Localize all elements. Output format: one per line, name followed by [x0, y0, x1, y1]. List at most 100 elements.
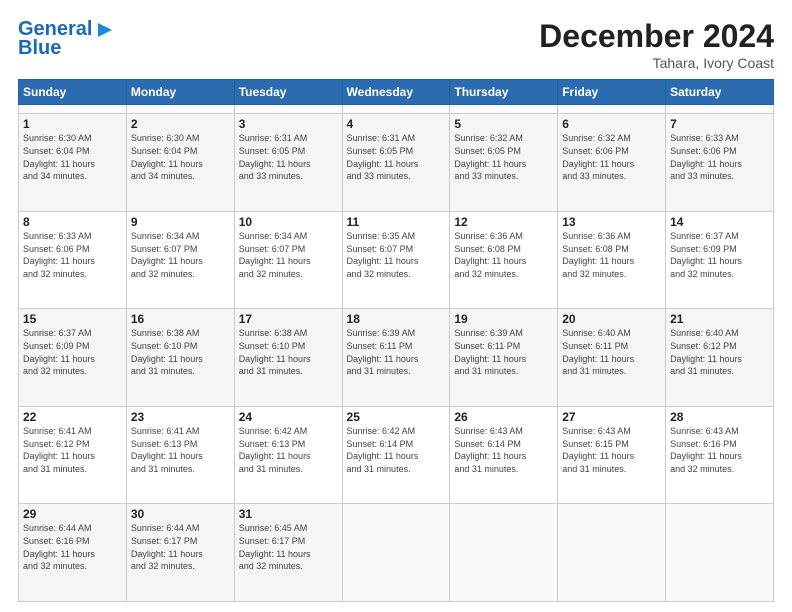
- calendar-cell: 16Sunrise: 6:38 AM Sunset: 6:10 PM Dayli…: [126, 309, 234, 407]
- day-number: 31: [239, 507, 338, 521]
- day-number: 14: [670, 215, 769, 229]
- calendar-cell: 8Sunrise: 6:33 AM Sunset: 6:06 PM Daylig…: [19, 211, 127, 309]
- calendar-cell: 9Sunrise: 6:34 AM Sunset: 6:07 PM Daylig…: [126, 211, 234, 309]
- calendar-cell: 3Sunrise: 6:31 AM Sunset: 6:05 PM Daylig…: [234, 114, 342, 212]
- day-info: Sunrise: 6:39 AM Sunset: 6:11 PM Dayligh…: [454, 327, 553, 377]
- month-title: December 2024: [539, 18, 774, 55]
- day-number: 26: [454, 410, 553, 424]
- day-number: 7: [670, 117, 769, 131]
- day-number: 18: [347, 312, 446, 326]
- day-number: 10: [239, 215, 338, 229]
- day-info: Sunrise: 6:30 AM Sunset: 6:04 PM Dayligh…: [23, 132, 122, 182]
- calendar-cell: 4Sunrise: 6:31 AM Sunset: 6:05 PM Daylig…: [342, 114, 450, 212]
- calendar-cell: 27Sunrise: 6:43 AM Sunset: 6:15 PM Dayli…: [558, 406, 666, 504]
- calendar-cell: [234, 105, 342, 114]
- day-info: Sunrise: 6:32 AM Sunset: 6:05 PM Dayligh…: [454, 132, 553, 182]
- calendar-week-row: [19, 105, 774, 114]
- calendar-cell: 7Sunrise: 6:33 AM Sunset: 6:06 PM Daylig…: [666, 114, 774, 212]
- day-info: Sunrise: 6:40 AM Sunset: 6:11 PM Dayligh…: [562, 327, 661, 377]
- day-number: 4: [347, 117, 446, 131]
- day-number: 3: [239, 117, 338, 131]
- day-info: Sunrise: 6:31 AM Sunset: 6:05 PM Dayligh…: [347, 132, 446, 182]
- calendar-cell: 29Sunrise: 6:44 AM Sunset: 6:16 PM Dayli…: [19, 504, 127, 602]
- calendar-cell: [666, 504, 774, 602]
- day-number: 19: [454, 312, 553, 326]
- calendar-cell: 5Sunrise: 6:32 AM Sunset: 6:05 PM Daylig…: [450, 114, 558, 212]
- logo-arrow-icon: [94, 19, 116, 41]
- day-info: Sunrise: 6:41 AM Sunset: 6:13 PM Dayligh…: [131, 425, 230, 475]
- calendar-cell: [558, 504, 666, 602]
- calendar-cell: 18Sunrise: 6:39 AM Sunset: 6:11 PM Dayli…: [342, 309, 450, 407]
- day-info: Sunrise: 6:32 AM Sunset: 6:06 PM Dayligh…: [562, 132, 661, 182]
- calendar-cell: 23Sunrise: 6:41 AM Sunset: 6:13 PM Dayli…: [126, 406, 234, 504]
- day-number: 30: [131, 507, 230, 521]
- calendar-week-row: 1Sunrise: 6:30 AM Sunset: 6:04 PM Daylig…: [19, 114, 774, 212]
- day-info: Sunrise: 6:36 AM Sunset: 6:08 PM Dayligh…: [454, 230, 553, 280]
- day-info: Sunrise: 6:45 AM Sunset: 6:17 PM Dayligh…: [239, 522, 338, 572]
- day-number: 8: [23, 215, 122, 229]
- calendar-cell: 12Sunrise: 6:36 AM Sunset: 6:08 PM Dayli…: [450, 211, 558, 309]
- day-number: 22: [23, 410, 122, 424]
- day-number: 27: [562, 410, 661, 424]
- calendar-cell: 22Sunrise: 6:41 AM Sunset: 6:12 PM Dayli…: [19, 406, 127, 504]
- calendar-cell: 2Sunrise: 6:30 AM Sunset: 6:04 PM Daylig…: [126, 114, 234, 212]
- calendar-cell: 11Sunrise: 6:35 AM Sunset: 6:07 PM Dayli…: [342, 211, 450, 309]
- day-number: 13: [562, 215, 661, 229]
- day-info: Sunrise: 6:35 AM Sunset: 6:07 PM Dayligh…: [347, 230, 446, 280]
- day-number: 21: [670, 312, 769, 326]
- col-header-sunday: Sunday: [19, 80, 127, 105]
- day-info: Sunrise: 6:37 AM Sunset: 6:09 PM Dayligh…: [23, 327, 122, 377]
- calendar-week-row: 29Sunrise: 6:44 AM Sunset: 6:16 PM Dayli…: [19, 504, 774, 602]
- calendar-cell: 28Sunrise: 6:43 AM Sunset: 6:16 PM Dayli…: [666, 406, 774, 504]
- calendar-cell: [450, 504, 558, 602]
- logo-blue: Blue: [18, 37, 61, 60]
- day-number: 23: [131, 410, 230, 424]
- col-header-thursday: Thursday: [450, 80, 558, 105]
- calendar-cell: [450, 105, 558, 114]
- day-info: Sunrise: 6:33 AM Sunset: 6:06 PM Dayligh…: [670, 132, 769, 182]
- col-header-saturday: Saturday: [666, 80, 774, 105]
- day-info: Sunrise: 6:38 AM Sunset: 6:10 PM Dayligh…: [131, 327, 230, 377]
- header: General Blue December 2024 Tahara, Ivory…: [18, 18, 774, 71]
- day-number: 2: [131, 117, 230, 131]
- calendar-cell: [342, 504, 450, 602]
- day-number: 6: [562, 117, 661, 131]
- day-number: 15: [23, 312, 122, 326]
- calendar-cell: 15Sunrise: 6:37 AM Sunset: 6:09 PM Dayli…: [19, 309, 127, 407]
- day-number: 24: [239, 410, 338, 424]
- calendar-cell: 25Sunrise: 6:42 AM Sunset: 6:14 PM Dayli…: [342, 406, 450, 504]
- day-number: 29: [23, 507, 122, 521]
- calendar-table: SundayMondayTuesdayWednesdayThursdayFrid…: [18, 79, 774, 602]
- col-header-wednesday: Wednesday: [342, 80, 450, 105]
- calendar-cell: 31Sunrise: 6:45 AM Sunset: 6:17 PM Dayli…: [234, 504, 342, 602]
- calendar-cell: 21Sunrise: 6:40 AM Sunset: 6:12 PM Dayli…: [666, 309, 774, 407]
- calendar-cell: [342, 105, 450, 114]
- day-info: Sunrise: 6:38 AM Sunset: 6:10 PM Dayligh…: [239, 327, 338, 377]
- day-info: Sunrise: 6:42 AM Sunset: 6:13 PM Dayligh…: [239, 425, 338, 475]
- day-info: Sunrise: 6:36 AM Sunset: 6:08 PM Dayligh…: [562, 230, 661, 280]
- calendar-cell: [558, 105, 666, 114]
- day-info: Sunrise: 6:37 AM Sunset: 6:09 PM Dayligh…: [670, 230, 769, 280]
- calendar-cell: 24Sunrise: 6:42 AM Sunset: 6:13 PM Dayli…: [234, 406, 342, 504]
- location: Tahara, Ivory Coast: [539, 55, 774, 71]
- day-info: Sunrise: 6:44 AM Sunset: 6:16 PM Dayligh…: [23, 522, 122, 572]
- day-info: Sunrise: 6:30 AM Sunset: 6:04 PM Dayligh…: [131, 132, 230, 182]
- page: General Blue December 2024 Tahara, Ivory…: [0, 0, 792, 612]
- day-info: Sunrise: 6:40 AM Sunset: 6:12 PM Dayligh…: [670, 327, 769, 377]
- calendar-cell: 17Sunrise: 6:38 AM Sunset: 6:10 PM Dayli…: [234, 309, 342, 407]
- day-info: Sunrise: 6:44 AM Sunset: 6:17 PM Dayligh…: [131, 522, 230, 572]
- day-number: 11: [347, 215, 446, 229]
- day-number: 12: [454, 215, 553, 229]
- calendar-cell: 20Sunrise: 6:40 AM Sunset: 6:11 PM Dayli…: [558, 309, 666, 407]
- calendar-week-row: 22Sunrise: 6:41 AM Sunset: 6:12 PM Dayli…: [19, 406, 774, 504]
- calendar-cell: 30Sunrise: 6:44 AM Sunset: 6:17 PM Dayli…: [126, 504, 234, 602]
- day-info: Sunrise: 6:42 AM Sunset: 6:14 PM Dayligh…: [347, 425, 446, 475]
- day-info: Sunrise: 6:43 AM Sunset: 6:16 PM Dayligh…: [670, 425, 769, 475]
- day-number: 5: [454, 117, 553, 131]
- day-number: 16: [131, 312, 230, 326]
- calendar-header-row: SundayMondayTuesdayWednesdayThursdayFrid…: [19, 80, 774, 105]
- day-info: Sunrise: 6:33 AM Sunset: 6:06 PM Dayligh…: [23, 230, 122, 280]
- col-header-friday: Friday: [558, 80, 666, 105]
- col-header-tuesday: Tuesday: [234, 80, 342, 105]
- calendar-cell: 1Sunrise: 6:30 AM Sunset: 6:04 PM Daylig…: [19, 114, 127, 212]
